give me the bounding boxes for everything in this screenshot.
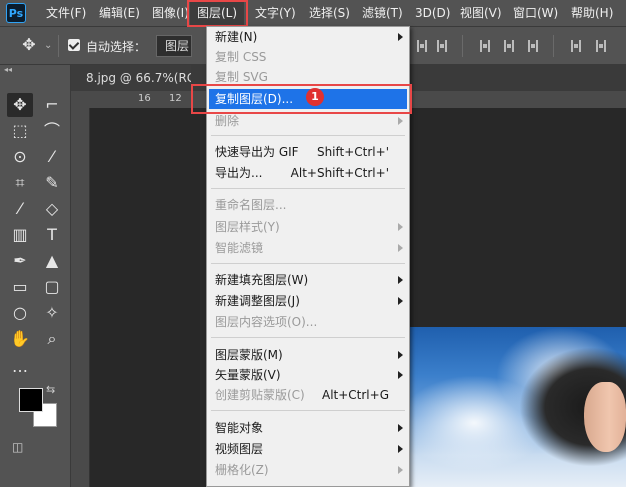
menu-divider — [211, 188, 405, 189]
hand-tool-icon[interactable]: ✋ — [7, 327, 33, 351]
marquee-tool-icon[interactable]: ⬚ — [7, 119, 33, 143]
eyedropper-tool-icon[interactable]: ✎ — [39, 171, 65, 195]
align-middle-icon[interactable] — [504, 40, 514, 52]
auto-select-checkbox[interactable] — [68, 39, 80, 51]
step-number-badge: 1 — [306, 88, 324, 106]
magic-wand-tool-icon[interactable]: ⁄ — [39, 145, 65, 169]
menu-help[interactable]: 帮助(H) — [571, 0, 613, 26]
menu-item-delete: 删除 — [207, 111, 409, 131]
default-colors-icon[interactable]: ◫ — [12, 440, 23, 454]
distribute-top-icon[interactable] — [571, 40, 581, 52]
menu-view[interactable]: 视图(V) — [460, 0, 502, 26]
menu-item-create-clipping-mask: 创建剪贴蒙版(C) Alt+Ctrl+G — [215, 388, 389, 402]
menu-3d[interactable]: 3D(D) — [415, 0, 450, 26]
rounded-rectangle-tool-icon[interactable]: ▢ — [39, 275, 65, 299]
path-selection-tool-icon[interactable]: ▲ — [39, 249, 65, 273]
document-tab[interactable]: 8.jpg @ 66.7%(RGB/ — [71, 65, 191, 91]
menu-item-smart-object[interactable]: 智能对象 — [207, 418, 409, 438]
menu-item-copy-css: 复制 CSS — [215, 50, 267, 64]
ruler-number: 16 — [138, 93, 151, 104]
brush-tool-icon[interactable]: ⁄ — [7, 197, 33, 221]
menu-divider — [211, 410, 405, 411]
menu-filter[interactable]: 滤镜(T) — [362, 0, 403, 26]
menu-type[interactable]: 文字(Y) — [255, 0, 296, 26]
collapse-panel-icon[interactable]: ◂◂ — [4, 65, 12, 74]
menu-item-rasterize: 栅格化(Z) — [207, 460, 409, 480]
gradient-tool-icon[interactable]: ▥ — [7, 223, 33, 247]
menu-item-layer-content-options: 图层内容选项(O)... — [215, 315, 318, 329]
divider — [58, 35, 59, 57]
photoshop-logo: Ps — [6, 3, 26, 23]
document-image — [409, 327, 626, 487]
menu-divider — [211, 263, 405, 264]
rectangle-tool-icon[interactable]: ▭ — [7, 275, 33, 299]
menu-bar: Ps 文件(F) 编辑(E) 图像(I) 图层(L) 文字(Y) 选择(S) 滤… — [0, 0, 626, 27]
divider — [553, 35, 554, 57]
artboard-tool-icon[interactable]: ⌐ — [39, 93, 65, 117]
menu-item-new[interactable]: 新建(N) — [207, 27, 409, 47]
pen-tool-icon[interactable]: ✒ — [7, 249, 33, 273]
crop-tool-icon[interactable]: ⌗ — [7, 171, 33, 195]
chevron-down-icon[interactable]: ⌄ — [44, 40, 52, 51]
align-center-icon[interactable] — [437, 40, 447, 52]
menu-item-rename-layer: 重命名图层... — [215, 198, 287, 212]
swap-colors-icon[interactable]: ⇆ — [46, 383, 55, 396]
menu-item-copy-svg: 复制 SVG — [215, 70, 268, 84]
divider — [462, 35, 463, 57]
move-tool-icon[interactable]: ✥ — [16, 33, 42, 57]
menu-divider — [211, 135, 405, 136]
menu-divider — [211, 337, 405, 338]
menu-item-layer-mask[interactable]: 图层蒙版(M) — [207, 345, 409, 365]
eraser-tool-icon[interactable]: ◇ — [39, 197, 65, 221]
menu-item-export-as[interactable]: 导出为... Alt+Shift+Ctrl+' — [207, 163, 409, 183]
menu-item-quick-export-gif[interactable]: 快速导出为 GIF Shift+Ctrl+' — [207, 142, 409, 162]
align-top-icon[interactable] — [480, 40, 490, 52]
distribute-middle-icon[interactable] — [596, 40, 606, 52]
menu-window[interactable]: 窗口(W) — [513, 0, 558, 26]
custom-shape-tool-icon[interactable]: ✧ — [39, 301, 65, 325]
menu-item-new-fill-layer[interactable]: 新建填充图层(W) — [207, 270, 409, 290]
menu-item-vector-mask[interactable]: 矢量蒙版(V) — [207, 365, 409, 385]
menu-edit[interactable]: 编辑(E) — [99, 0, 140, 26]
foreground-color-swatch[interactable] — [19, 388, 43, 412]
menu-item-new-adjustment-layer[interactable]: 新建调整图层(J) — [207, 291, 409, 311]
menu-item-layer-style: 图层样式(Y) — [207, 217, 409, 237]
auto-select-label: 自动选择： — [86, 40, 147, 54]
menu-file[interactable]: 文件(F) — [46, 0, 86, 26]
vertical-ruler — [71, 108, 90, 487]
menu-select[interactable]: 选择(S) — [309, 0, 350, 26]
ruler-number: 12 — [169, 93, 182, 104]
align-bottom-icon[interactable] — [528, 40, 538, 52]
lasso-tool-icon[interactable]: ⌒ — [39, 119, 65, 143]
more-tools-icon[interactable]: … — [7, 355, 33, 379]
ellipse-tool-icon[interactable]: ○ — [7, 301, 33, 325]
type-tool-icon[interactable]: T — [39, 223, 65, 247]
quick-selection-tool-icon[interactable]: ⊙ — [7, 145, 33, 169]
menu-item-video-layer[interactable]: 视频图层 — [207, 439, 409, 459]
move-tool-icon[interactable]: ✥ — [7, 93, 33, 117]
image-face — [584, 382, 626, 452]
menu-image[interactable]: 图像(I) — [152, 0, 189, 26]
align-left-icon[interactable] — [417, 40, 427, 52]
zoom-tool-icon[interactable]: ⌕ — [39, 327, 65, 351]
menu-item-smart-filter: 智能滤镜 — [207, 238, 409, 258]
menu-layer[interactable]: 图层(L) — [190, 0, 245, 26]
auto-select-dropdown[interactable]: 图层 — [156, 35, 192, 57]
